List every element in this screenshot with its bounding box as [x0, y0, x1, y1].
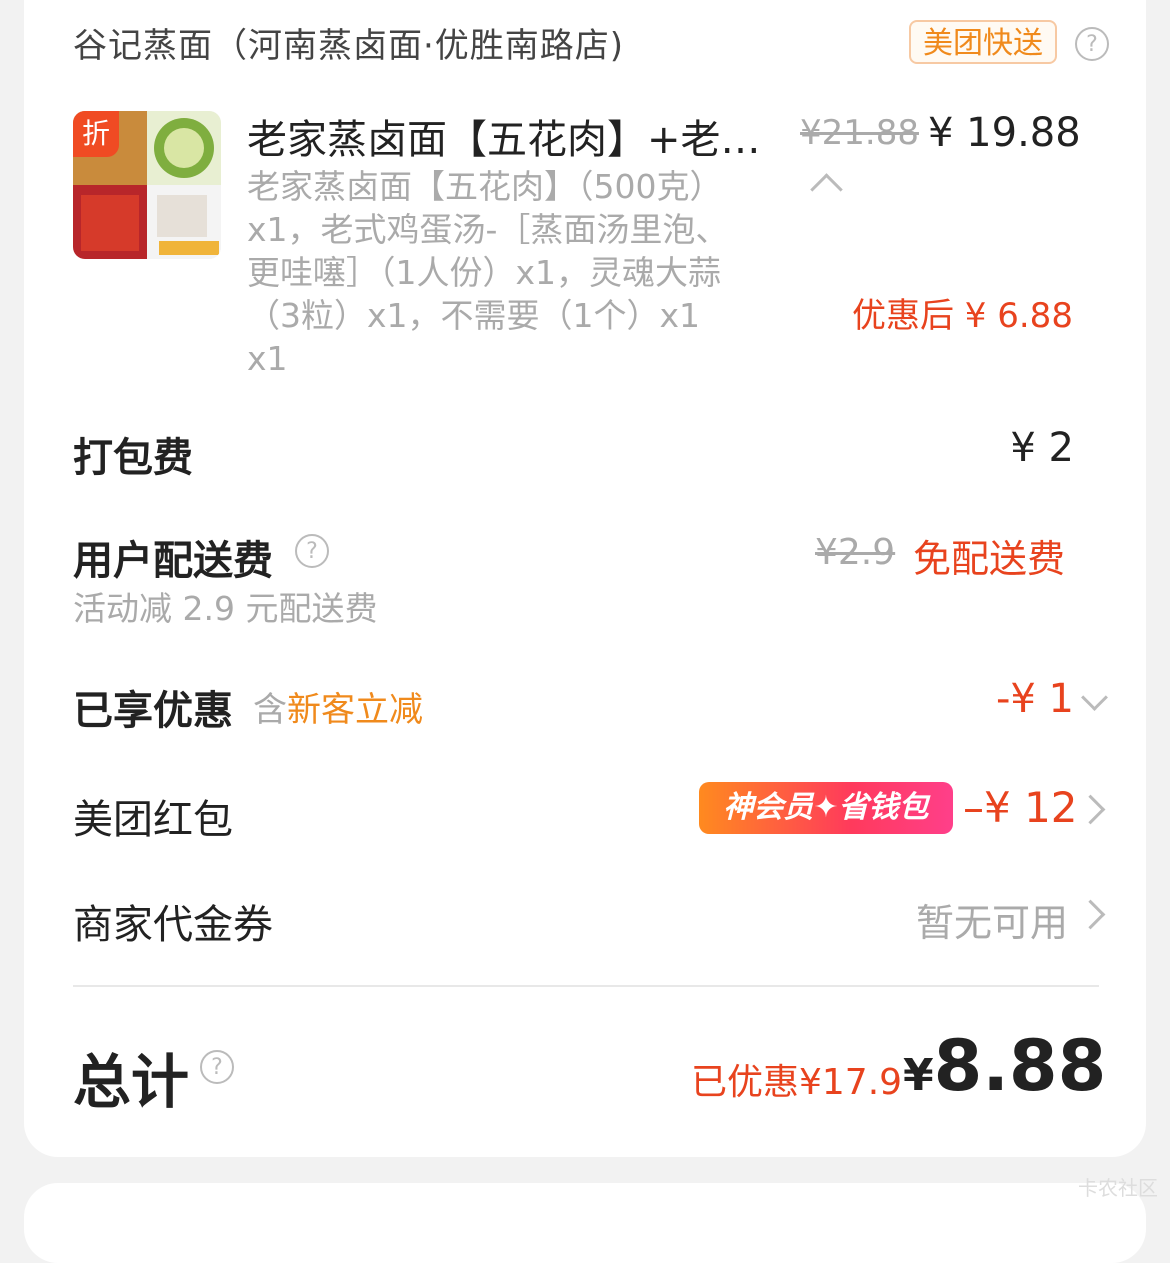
watermark: 卡农社区 [1078, 1176, 1158, 1200]
packing-fee-value: ¥ 2 [1010, 425, 1074, 471]
store-name[interactable]: 谷记蒸面（河南蒸卤面·优胜南路店) [73, 18, 624, 67]
item-desc-line: （3粒）x1，不需要（1个）x1 [247, 296, 701, 335]
total-discounted: 已优惠¥17.9 [691, 1062, 903, 1103]
item-original-price: ¥21.88 [800, 113, 919, 153]
total-label: 总计 [73, 1048, 190, 1116]
voucher-value[interactable]: 暂无可用 [916, 892, 1068, 947]
voucher-label: 商家代金券 [73, 902, 273, 948]
item-desc-line: x1 [247, 339, 288, 378]
next-card [24, 1183, 1146, 1263]
discount-label: 已享优惠 [73, 688, 233, 734]
discount-contains: 含 [253, 690, 287, 730]
item-description: 老家蒸卤面【五花肉】（500克） x1，老式鸡蛋汤-［蒸面汤里泡、 更哇噻］（1… [247, 165, 787, 380]
discount-value[interactable]: -¥ 1 [996, 676, 1074, 722]
item-price: ¥ 19.88 [928, 110, 1081, 156]
total-amount: ¥8.88 [903, 1025, 1106, 1107]
question-circle-icon[interactable]: ? [1075, 27, 1109, 61]
item-title[interactable]: 老家蒸卤面【五花肉】+老… [247, 107, 777, 165]
delivery-fee-note: 活动减 2.9 元配送费 [73, 589, 378, 628]
discount-promo: 新客立减 [287, 690, 423, 730]
total-value: 8.88 [933, 1025, 1107, 1107]
discount-tag: 折 [73, 111, 119, 157]
item-desc-line: x1，老式鸡蛋汤-［蒸面汤里泡、 [247, 210, 729, 249]
packing-fee-label: 打包费 [73, 435, 193, 481]
redpacket-label: 美团红包 [73, 797, 233, 843]
item-desc-line: 更哇噻］（1人份）x1，灵魂大蒜 [247, 253, 722, 292]
total-currency: ¥ [903, 1050, 934, 1101]
question-circle-icon[interactable]: ? [295, 534, 329, 568]
redpacket-value[interactable]: –¥ 12 [963, 783, 1078, 832]
delivery-fee-original: ¥2.9 [815, 532, 896, 573]
vip-badge[interactable]: 神会员✦省钱包 [699, 782, 953, 834]
question-circle-icon[interactable]: ? [200, 1050, 234, 1084]
discount-detail[interactable]: 含新客立减 [253, 682, 423, 731]
delivery-badge: 美团快送 [909, 20, 1057, 64]
item-desc-line: 老家蒸卤面【五花肉】（500克） [247, 167, 723, 206]
delivery-fee-value: 免配送费 [913, 537, 1066, 581]
delivery-fee-label: 用户配送费 [73, 538, 273, 584]
after-discount-price: 优惠后 ¥ 6.88 [852, 296, 1073, 336]
divider [73, 985, 1099, 987]
